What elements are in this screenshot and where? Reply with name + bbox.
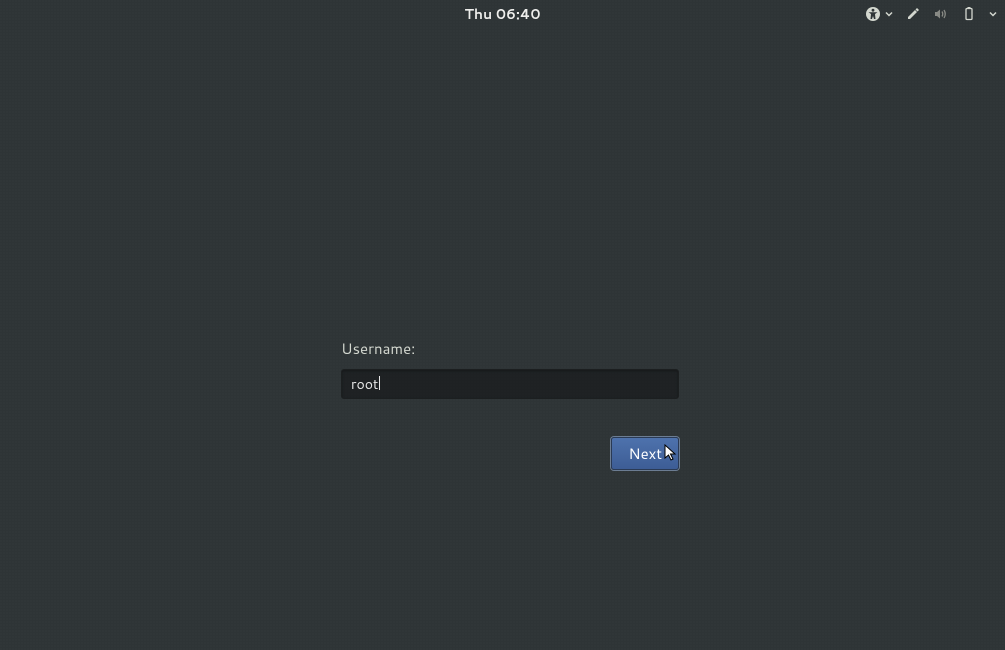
accessibility-menu[interactable]	[865, 6, 893, 22]
chevron-down-icon	[989, 10, 997, 18]
volume-icon	[933, 6, 949, 22]
battery-icon	[961, 6, 977, 22]
clock[interactable]: Thu 06:40	[464, 4, 540, 24]
username-label: Username:	[341, 338, 679, 359]
status-area[interactable]	[905, 6, 997, 22]
accessibility-icon	[865, 6, 881, 22]
color-picker-icon	[905, 6, 921, 22]
next-button[interactable]: Next	[611, 437, 679, 470]
username-input[interactable]	[341, 369, 679, 399]
login-form: Username: root Next	[341, 338, 679, 470]
top-bar: Thu 06:40	[0, 0, 1005, 27]
system-tray	[865, 0, 997, 27]
chevron-down-icon	[885, 10, 893, 18]
